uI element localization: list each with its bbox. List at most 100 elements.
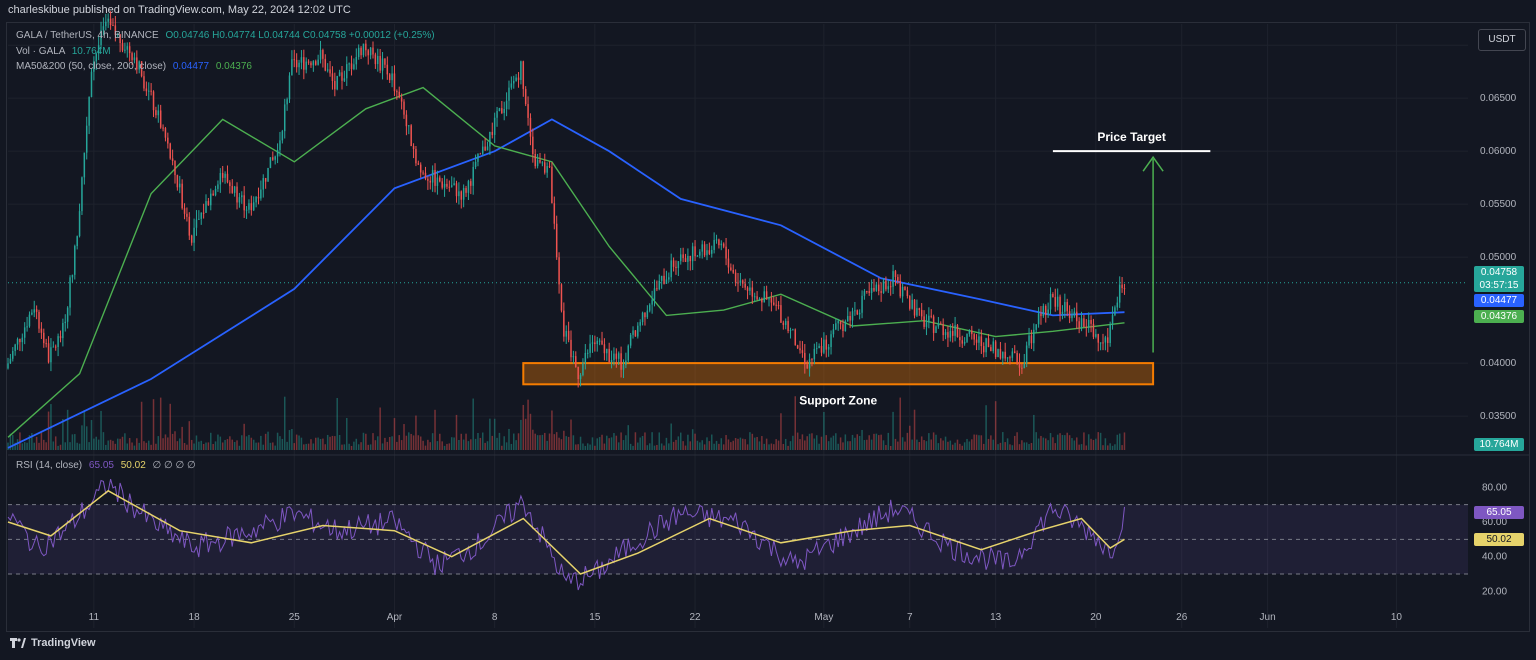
volume-bar [796, 432, 799, 450]
candle-body [1030, 335, 1033, 344]
volume-bar [121, 436, 124, 450]
candle-body [281, 131, 284, 141]
candle-body [629, 334, 632, 346]
volume-bar [429, 442, 432, 450]
candle-body [291, 59, 293, 76]
volume-bar [548, 433, 551, 450]
volume-bar [878, 435, 880, 450]
candle-body [601, 340, 603, 345]
volume-bar [971, 439, 973, 450]
candle-body [88, 97, 90, 126]
candle-body [174, 160, 176, 176]
candle-body [637, 325, 639, 337]
volume-bar [546, 440, 548, 450]
volume-bar [1004, 442, 1006, 450]
candle-body [412, 146, 415, 150]
volume-bar [69, 442, 71, 450]
candle-body [360, 47, 362, 56]
volume-bar [1102, 445, 1104, 450]
volume-bar [770, 443, 773, 450]
volume-bar [384, 437, 386, 450]
footer-brand[interactable]: TradingView [10, 637, 96, 649]
volume-bar [329, 436, 331, 450]
volume-bar [513, 433, 515, 450]
legend-rsi[interactable]: RSI (14, close) 65.05 50.02 ∅ ∅ ∅ ∅ [16, 460, 196, 471]
volume-bar [379, 407, 381, 450]
x-tick-label: May [814, 612, 833, 623]
candle-body [1035, 324, 1037, 330]
volume-bar [1068, 435, 1071, 450]
candle-body [539, 159, 541, 163]
volume-bar [279, 436, 281, 450]
candle-body [417, 163, 420, 165]
candle-body [651, 299, 653, 305]
volume-bar [727, 439, 730, 450]
volume-bar [665, 437, 668, 450]
volume-bar [911, 439, 913, 450]
volume-bar [804, 440, 806, 450]
candle-body [90, 71, 93, 98]
volume-bar [159, 397, 162, 450]
volume-bar [913, 409, 916, 450]
volume-bar [436, 441, 439, 450]
volume-bar [276, 432, 279, 450]
candle-body [1097, 334, 1099, 343]
volume-bar [458, 439, 460, 450]
candle-body [195, 219, 198, 228]
volume-bar [1097, 432, 1099, 450]
candle-body [155, 110, 157, 116]
candle-body [594, 342, 596, 345]
volume-bar [470, 439, 472, 450]
chart-canvas[interactable]: Price TargetSupport Zone 0.070000.065000… [0, 0, 1536, 660]
candle-body [608, 348, 610, 363]
legend-ma[interactable]: MA50&200 (50, close, 200, close) 0.04477… [16, 61, 252, 72]
volume-bar [174, 431, 176, 450]
volume-bar [403, 424, 405, 450]
candle-body [14, 344, 16, 351]
candle-body [586, 352, 589, 354]
volume-bar [26, 442, 28, 450]
candle-body [143, 76, 145, 89]
candle-body [909, 296, 911, 309]
volume-bar [813, 438, 816, 450]
candle-body [186, 213, 188, 217]
candle-body [1104, 337, 1107, 343]
candle-body [243, 195, 245, 211]
volume-bar [274, 445, 276, 450]
volume-bar [434, 409, 436, 450]
volume-bar [703, 444, 706, 450]
volume-bar [269, 442, 272, 450]
volume-bar [360, 442, 362, 450]
volume-bar [505, 442, 508, 450]
candle-body [961, 340, 963, 344]
currency-button[interactable]: USDT [1478, 29, 1526, 51]
volume-bar [343, 444, 346, 450]
candle-body [260, 189, 262, 199]
candle-body [646, 310, 649, 318]
volume-bar [1042, 437, 1045, 450]
candle-body [711, 249, 713, 254]
volume-bar [1013, 435, 1016, 450]
candle-body [76, 236, 78, 247]
candle-body [889, 286, 892, 288]
volume-bar [1016, 432, 1018, 450]
candle-body [517, 77, 520, 80]
legend-symbol[interactable]: GALA / TetherUS, 4h, BINANCE O0.04746 H0… [16, 30, 435, 41]
last-price-label: 0.04758 03:57:15 [1474, 266, 1524, 292]
volume-bar [1002, 432, 1004, 450]
volume-bar [415, 415, 417, 450]
candle-body [906, 290, 909, 297]
volume-bar [594, 445, 596, 450]
candle-body [1083, 318, 1085, 327]
candle-body [582, 363, 584, 376]
volume-bar [152, 399, 155, 450]
candle-body [563, 310, 565, 337]
legend-volume[interactable]: Vol · GALA 10.764M [16, 46, 111, 57]
candle-body [665, 279, 668, 284]
candle-body [689, 255, 692, 262]
candle-body [334, 81, 336, 90]
volume-bar [1006, 438, 1009, 450]
candle-body [615, 353, 618, 359]
x-tick-label: 7 [907, 612, 913, 623]
candle-body [1011, 351, 1014, 358]
